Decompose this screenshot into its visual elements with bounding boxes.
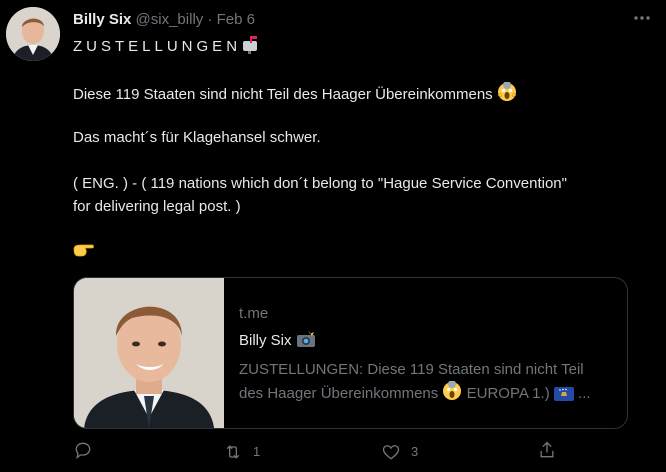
retweet-button[interactable]: 1 — [223, 440, 260, 464]
separator: · — [203, 11, 217, 28]
tweet-date[interactable]: Feb 6 — [217, 11, 255, 28]
author-name[interactable]: Billy Six — [73, 11, 131, 28]
link-domain: t.me — [239, 305, 269, 322]
like-button[interactable]: 3 — [381, 440, 418, 464]
scream-emoji — [442, 380, 462, 408]
kosovo-flag-emoji — [553, 386, 574, 408]
tweet-text-line-3: Das macht´s für Klagehansel schwer. — [73, 129, 321, 146]
share-button[interactable] — [537, 440, 567, 460]
link-description-line-1: ZUSTELLUNGEN: Diese 119 Staaten sind nic… — [239, 361, 584, 378]
tweet-sentence-1: Diese 119 Staaten sind nicht Teil des Ha… — [73, 86, 493, 103]
tweet-actions: 1 3 — [73, 440, 653, 464]
link-preview-card[interactable]: t.me Billy Six ZUSTELLUNGEN: Diese 119 S… — [73, 277, 628, 429]
author-handle[interactable]: @six_billy — [136, 11, 204, 28]
scream-emoji — [497, 81, 517, 108]
author-avatar[interactable] — [6, 7, 60, 61]
link-preview-image — [74, 278, 224, 428]
tweet-text-line-5: for delivering legal post. ) — [73, 198, 241, 215]
link-title-text: Billy Six — [239, 332, 292, 349]
tweet-header: Billy Six @six_billy · Feb 6 — [73, 10, 255, 30]
link-description-ellipsis: ... — [578, 385, 591, 402]
link-title: Billy Six — [239, 330, 617, 355]
tweet-text-line-2: Diese 119 Staaten sind nicht Teil des Ha… — [73, 81, 517, 108]
retweet-count: 1 — [253, 444, 261, 459]
heart-icon — [382, 445, 400, 460]
more-dots-icon — [634, 16, 650, 20]
retweet-icon — [226, 445, 240, 459]
pointing-hand-emoji — [73, 242, 95, 264]
reply-button[interactable] — [73, 440, 103, 460]
mailbox-emoji — [241, 36, 261, 60]
tweet-text-line-4: ( ENG. ) - ( 119 nations which don´t bel… — [73, 175, 567, 192]
tweet-heading: ZUSTELLUNGEN — [73, 38, 242, 55]
more-options-button[interactable] — [632, 8, 652, 31]
tweet-text-line-1: ZUSTELLUNGEN — [73, 36, 261, 60]
tweet-text-line-6 — [73, 241, 95, 264]
reply-icon — [75, 442, 91, 460]
link-description-text-b: EUROPA 1.) — [466, 385, 550, 402]
share-icon — [540, 441, 554, 458]
link-description: ZUSTELLUNGEN: Diese 119 Staaten sind nic… — [239, 359, 617, 408]
link-description-text-a: des Haager Übereinkommens — [239, 385, 439, 402]
link-description-line-2: des Haager Übereinkommens EUROPA 1.) ... — [239, 380, 617, 408]
camera-flash-emoji — [296, 330, 316, 355]
like-count: 3 — [411, 444, 419, 459]
